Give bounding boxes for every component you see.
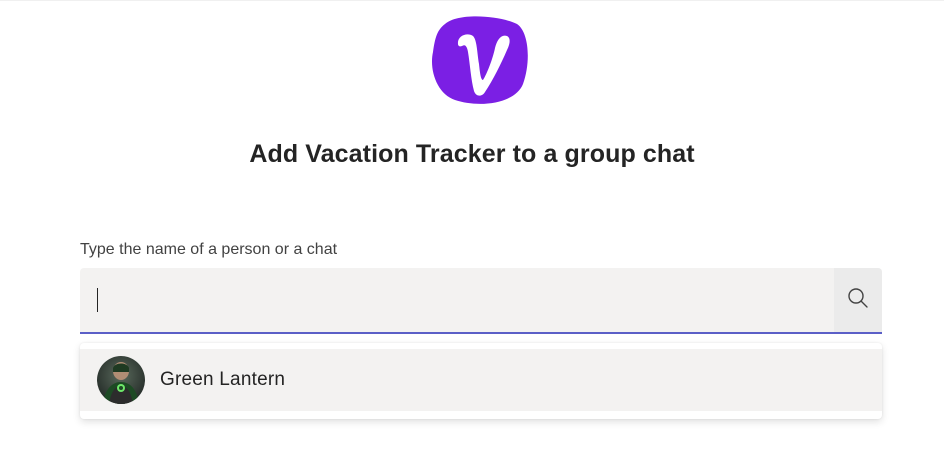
search-box[interactable] (80, 268, 882, 334)
page-title: Add Vacation Tracker to a group chat (249, 140, 695, 168)
avatar (97, 356, 145, 404)
top-divider (0, 0, 944, 1)
search-results-dropdown: Green Lantern (80, 343, 882, 419)
search-result-item[interactable]: Green Lantern (80, 349, 882, 411)
search-button[interactable] (834, 268, 882, 332)
add-to-group-chat-page: Add Vacation Tracker to a group chat Typ… (0, 0, 944, 474)
text-cursor (97, 288, 98, 312)
result-name: Green Lantern (160, 369, 286, 390)
vacation-tracker-logo (431, 14, 529, 106)
search-input[interactable] (80, 268, 834, 332)
search-field-label: Type the name of a person or a chat (80, 241, 338, 258)
search-icon (847, 287, 869, 314)
